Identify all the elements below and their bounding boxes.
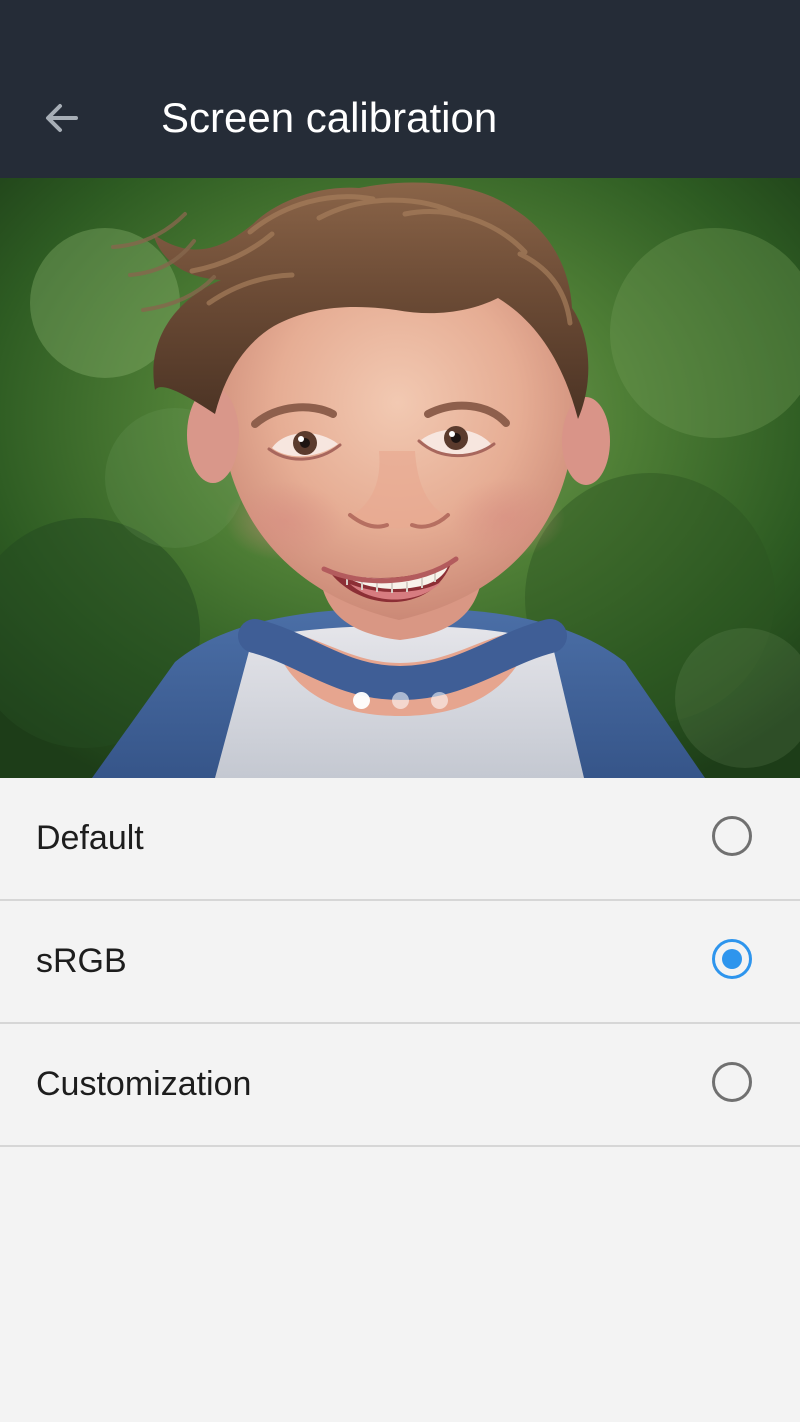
radio-button-selected[interactable]: [712, 939, 752, 979]
option-default[interactable]: Default: [0, 778, 800, 901]
option-srgb[interactable]: sRGB: [0, 901, 800, 1024]
page-title: Screen calibration: [161, 94, 498, 141]
top-app-bar: Screen calibration: [0, 0, 800, 178]
page-indicator-dot: [391, 692, 409, 709]
radio-button-unselected[interactable]: [712, 1062, 752, 1102]
option-label: sRGB: [36, 942, 127, 980]
preview-photo: [0, 178, 800, 778]
option-customization[interactable]: Customization: [0, 1024, 800, 1147]
selected-radio-dot: [722, 949, 742, 969]
option-label: Default: [36, 819, 144, 857]
calibration-options: Default sRGB Customization: [0, 778, 800, 1147]
arrow-left-icon: [46, 104, 78, 132]
option-label: Customization: [36, 1065, 252, 1103]
back-button[interactable]: [30, 86, 92, 148]
radio-button-unselected[interactable]: [712, 816, 752, 856]
calibration-preview-carousel[interactable]: [0, 178, 800, 778]
page-indicator-dot: [430, 692, 448, 709]
screen-calibration-app: Screen calibration Default sRGB Customiz…: [0, 0, 800, 1422]
page-indicator-dot: [352, 692, 370, 709]
page-indicator: [0, 692, 800, 712]
